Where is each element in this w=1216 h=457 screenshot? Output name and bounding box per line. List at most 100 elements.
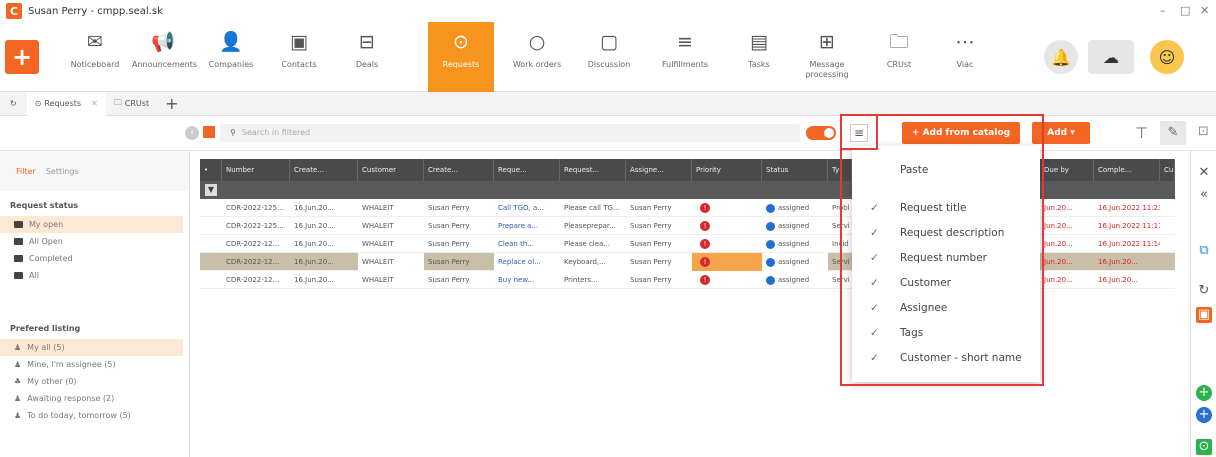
list-item-label: All Open (29, 237, 63, 246)
priority-high-icon: ! (700, 257, 710, 267)
add-blue-icon[interactable]: + (1196, 407, 1212, 423)
cell-creator: Susan Perry (428, 222, 470, 230)
ribbon-announcements[interactable]: 📢 Announcements (130, 22, 198, 92)
add-tab-button[interactable]: + (157, 92, 186, 116)
person-icon: ♟ (14, 360, 22, 369)
preferred-mine-assignee[interactable]: ♟ Mine, I'm assignee (5) (0, 356, 189, 373)
column-header-cu[interactable]: Cu (1160, 159, 1175, 181)
cloud-status-icon[interactable]: ☁ (1088, 40, 1134, 74)
catalog-grid-icon[interactable] (203, 126, 215, 138)
edit-view-icon[interactable]: ✎ (1160, 121, 1186, 145)
column-header-request-title[interactable]: Reque... (494, 159, 560, 181)
ribbon-label: Discussion (587, 60, 631, 69)
preferred-awaiting-response[interactable]: ♟ Awaiting response (2) (0, 390, 189, 407)
column-header-request-desc[interactable]: Request... (560, 159, 626, 181)
column-header-assignee[interactable]: Assigne... (626, 159, 692, 181)
tab-settings[interactable]: Settings (46, 167, 79, 176)
minimize-icon[interactable]: – (1160, 4, 1166, 17)
maximize-icon[interactable]: □ (1180, 4, 1190, 17)
column-header-status[interactable]: Status (762, 159, 828, 181)
toggle-switch[interactable] (806, 126, 836, 140)
select-all-column[interactable]: • (200, 159, 222, 181)
search-input[interactable]: ⚲ Search in filtered (220, 124, 800, 142)
preferred-todo-today[interactable]: ♟ To do today, tomorrow (5) (0, 407, 189, 424)
open-external-icon[interactable]: ⧉ (1196, 243, 1212, 259)
column-header-created[interactable]: Create... (290, 159, 358, 181)
refresh-icon[interactable]: ↻ (0, 92, 27, 116)
cell-description: Please call TG... (564, 204, 620, 212)
tab-label: Requests (44, 99, 82, 108)
ribbon-fulfillments[interactable]: ≡ Fulfillments (652, 22, 718, 92)
ribbon-companies[interactable]: 👤 Companies (198, 22, 264, 92)
column-header-due-by[interactable]: Due by (1040, 159, 1094, 181)
close-panel-icon[interactable]: ✕ (1196, 165, 1212, 181)
cell-status: assigned (762, 217, 828, 235)
person-icon: ♟ (14, 343, 22, 352)
preferred-my-other[interactable]: ♣ My other (0) (0, 373, 189, 390)
status-text: assigned (778, 258, 810, 266)
home-plus-button[interactable]: + (5, 40, 39, 74)
close-tab-icon[interactable]: ✕ (91, 99, 98, 108)
status-completed[interactable]: Completed (0, 250, 189, 267)
notification-bell-icon[interactable]: 🔔 (1044, 40, 1078, 74)
main-ribbon: + ✉ Noticeboard 📢 Announcements 👤 Companies… (0, 22, 1216, 92)
ribbon-more[interactable]: ⋯ Viac (932, 22, 998, 92)
cell-request-title-link[interactable]: Clean th... (494, 235, 560, 253)
cell-request-title-link[interactable]: Prepare a... (494, 217, 560, 235)
cell-number: CDR-2022-12... (226, 240, 280, 248)
column-header-priority[interactable]: Priority (692, 159, 762, 181)
cell-creator: Susan Perry (428, 276, 470, 284)
column-header-creator[interactable]: Create... (424, 159, 494, 181)
list-item-label: To do today, tomorrow (5) (27, 411, 131, 420)
cell-status: assigned (762, 271, 828, 289)
ribbon-tasks[interactable]: ▤ Tasks (726, 22, 792, 92)
tab-crust[interactable]: 🗀 CRUst (106, 92, 157, 116)
folder-icon: 🗀 (889, 31, 909, 53)
refresh-icon[interactable]: ↻ (1196, 283, 1212, 299)
ribbon-message-processing[interactable]: ⊞ Message processing (794, 22, 860, 92)
save-icon[interactable]: ▣ (1196, 307, 1212, 323)
cell-status: assigned (762, 199, 828, 217)
collapse-panel-icon[interactable]: « (1196, 187, 1212, 203)
avatar[interactable]: ☺ (1150, 40, 1184, 74)
filter-settings-icon[interactable]: ⊡ (1198, 124, 1209, 139)
collapse-arrow-icon[interactable]: ‹ (185, 126, 199, 140)
cell-request-title-link[interactable]: Buy new... (494, 271, 560, 289)
discussion-icon: ▢ (600, 31, 618, 53)
cell-request-title-link[interactable]: Replace ol... (494, 253, 560, 271)
ribbon-contacts[interactable]: ▣ Contacts (266, 22, 332, 92)
ribbon-deals[interactable]: ⊟ Deals (334, 22, 400, 92)
filter-add-icon[interactable]: ⊤ (1135, 124, 1148, 142)
tab-requests[interactable]: ⊙ Requests ✕ (26, 91, 106, 116)
preferred-my-all[interactable]: ♟ My all (5) (0, 339, 183, 356)
ribbon-work-orders[interactable]: ○ Work orders (504, 22, 570, 92)
add-green-icon[interactable]: + (1196, 385, 1212, 401)
column-header-completed[interactable]: Comple... (1094, 159, 1160, 181)
status-all-open[interactable]: All Open (0, 233, 189, 250)
folder-tab-icon: 🗀 (113, 97, 122, 107)
ribbon-label: Tasks (748, 60, 770, 69)
ribbon-crust[interactable]: 🗀 CRUst (866, 22, 932, 92)
ribbon-label: Fulfillments (661, 60, 709, 69)
close-window-icon[interactable]: ✕ (1200, 4, 1209, 17)
ribbon-discussion[interactable]: ▢ Discussion (576, 22, 642, 92)
settings-green-icon[interactable]: ⊙ (1196, 439, 1212, 455)
search-icon: ⚲ (230, 128, 236, 137)
priority-high-icon: ! (700, 203, 710, 213)
cell-completed: 16.Jun.20... (1098, 276, 1138, 284)
tab-filter[interactable]: Filter (16, 167, 36, 176)
ribbon-label: Announcements (132, 60, 198, 69)
cell-due: Jun.20... (1044, 276, 1073, 284)
ribbon-noticeboard[interactable]: ✉ Noticeboard (62, 22, 128, 92)
ribbon-requests[interactable]: ⊙ Requests (428, 22, 494, 92)
cell-request-title-link[interactable]: Call TGO, a... (494, 199, 560, 217)
status-all[interactable]: All (0, 267, 189, 284)
cell-number: CDR-2022-12... (226, 276, 280, 284)
column-header-number[interactable]: Number (222, 159, 290, 181)
list-item-label: All (29, 271, 39, 280)
column-header-customer[interactable]: Customer (358, 159, 424, 181)
cell-customer: WHALEIT (362, 276, 394, 284)
ribbon-label: Viac (956, 60, 974, 69)
filter-funnel-icon[interactable]: ▼ (205, 184, 217, 196)
status-my-open[interactable]: My open (0, 216, 183, 233)
